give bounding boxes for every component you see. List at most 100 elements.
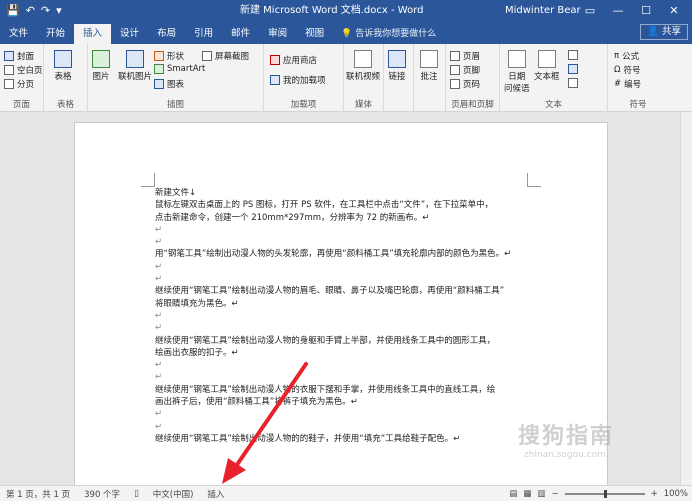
my-addins-button[interactable]: 我的加载项 (270, 74, 326, 86)
tab-layout[interactable]: 布局 (148, 24, 185, 44)
redo-icon[interactable]: ↷ (41, 0, 50, 22)
minimize-icon[interactable]: — (604, 0, 632, 22)
save-icon[interactable]: 💾 (6, 0, 20, 22)
window-title: 新建 Microsoft Word 文档.docx - Word (240, 5, 424, 16)
group-tables: 表格 表格 (44, 44, 88, 112)
dropcap-box (568, 78, 578, 88)
comment-label: 批注 (420, 72, 438, 82)
print-layout-icon[interactable]: ▦ (523, 489, 531, 499)
my-addins-label: 我的加载项 (283, 76, 326, 86)
page-break-icon (4, 79, 14, 89)
pictures-label: 图片 (92, 72, 110, 82)
word-count[interactable]: 390 个字 (84, 488, 120, 500)
tab-view[interactable]: 视图 (296, 24, 333, 44)
tell-me-search[interactable]: 💡 告诉我你想要做什么 (341, 24, 436, 44)
read-mode-icon[interactable]: ▤ (509, 489, 517, 499)
quick-access-toolbar: 💾 ↶ ↷ ▾ (0, 0, 110, 22)
store-button[interactable]: 应用商店 (270, 54, 317, 66)
group-header-footer: 页眉 页脚 页码 页眉和页脚 (446, 44, 500, 112)
quick-parts-icon[interactable] (568, 50, 578, 60)
video-icon (354, 50, 372, 68)
group-label-addins: 加载项 (290, 100, 317, 110)
tab-design[interactable]: 设计 (111, 24, 148, 44)
watermark: 搜狗指南 zhinan.sogou.com (518, 418, 614, 460)
zoom-slider[interactable] (564, 490, 645, 498)
group-illustrations: 图片 联机图片 形状 SmartArt 图表 屏幕截图 插图 (88, 44, 264, 112)
group-label-illustrations: 插图 (166, 100, 184, 110)
textbox-label: 文本框 (534, 72, 560, 82)
wordart-box (568, 64, 578, 74)
tab-home[interactable]: 开始 (37, 24, 74, 44)
header-label: 页眉 (463, 52, 481, 62)
tab-review[interactable]: 审阅 (259, 24, 296, 44)
symbol-button[interactable]: Ω 符号 (614, 64, 641, 76)
numbering-button[interactable]: # 编号 (614, 78, 641, 90)
comment-button[interactable]: 批注 (420, 50, 438, 82)
title-bar: 💾 ↶ ↷ ▾ 新建 Microsoft Word 文档.docx - Word… (0, 0, 692, 22)
share-button[interactable]: 👤 共享 (640, 24, 688, 40)
web-layout-icon[interactable]: ▥ (537, 489, 545, 499)
insert-mode[interactable]: 插入 (207, 488, 224, 500)
online-video-button[interactable]: 联机视频 (346, 50, 380, 82)
blank-page-button[interactable]: 空白页 (4, 64, 43, 76)
table-label: 表格 (54, 72, 72, 82)
shapes-label: 形状 (167, 52, 185, 62)
table-button[interactable]: 表格 (54, 50, 72, 82)
chart-label: 图表 (167, 80, 185, 90)
tab-references[interactable]: 引用 (185, 24, 222, 44)
page-count[interactable]: 第 1 页，共 1 页 (6, 488, 70, 500)
header-button[interactable]: 页眉 (450, 50, 480, 62)
language[interactable]: 中文(中国) (153, 488, 194, 500)
zoom-in-icon[interactable]: + (651, 489, 658, 499)
screenshot-button[interactable]: 屏幕截图 (202, 50, 249, 62)
zoom-level[interactable]: 100% (664, 489, 688, 499)
user-name[interactable]: Midwinter Bear (505, 0, 581, 22)
page-break-button[interactable]: 分页 (4, 78, 34, 90)
zoom-out-icon[interactable]: − (551, 489, 558, 499)
wordart-icon[interactable] (568, 64, 578, 74)
tab-file[interactable]: 文件 (0, 24, 37, 44)
watermark-main: 搜狗指南 (518, 424, 615, 449)
cover-page-button[interactable]: 封面 (4, 50, 34, 62)
textbox-button[interactable]: 文本框 (534, 50, 560, 82)
user-icon: 👤 (647, 26, 659, 37)
store-icon (270, 55, 280, 65)
status-bar: 第 1 页，共 1 页 390 个字 ▯ 中文(中国) 插入 ▤ ▦ ▥ − +… (0, 485, 692, 501)
page-number-label: 页码 (463, 80, 481, 90)
link-button[interactable]: 链接 (388, 50, 406, 82)
maximize-icon[interactable]: ☐ (632, 0, 660, 22)
shapes-icon (154, 51, 164, 61)
pictures-button[interactable]: 图片 (92, 50, 110, 82)
dropcap-icon[interactable] (568, 78, 578, 88)
greeting-button[interactable]: 日期 问候语 (504, 50, 530, 94)
page-number-button[interactable]: 页码 (450, 78, 480, 90)
group-label-pages: 页面 (12, 100, 30, 110)
smartart-button[interactable]: SmartArt (154, 64, 205, 74)
omega-icon: Ω (614, 65, 621, 75)
greeting-icon (507, 50, 526, 68)
undo-icon[interactable]: ↶ (26, 0, 35, 22)
online-pictures-button[interactable]: 联机图片 (118, 50, 152, 82)
footer-label: 页脚 (463, 66, 481, 76)
store-label: 应用商店 (283, 56, 318, 66)
online-picture-icon (126, 50, 144, 68)
equation-button[interactable]: π 公式 (614, 50, 639, 62)
shapes-button[interactable]: 形状 (154, 50, 184, 62)
pi-icon: π (614, 51, 620, 61)
group-media: 联机视频 媒体 (344, 44, 384, 112)
chart-button[interactable]: 图表 (154, 78, 184, 90)
greeting-label-1: 日期 (508, 72, 526, 82)
online-video-label: 联机视频 (346, 72, 381, 82)
close-icon[interactable]: ✕ (660, 0, 688, 22)
comment-icon (420, 50, 438, 68)
proofing-icon[interactable]: ▯ (134, 489, 139, 499)
group-label-header-footer: 页眉和页脚 (451, 100, 494, 110)
tab-mailings[interactable]: 邮件 (222, 24, 259, 44)
header-icon (450, 51, 460, 61)
footer-button[interactable]: 页脚 (450, 64, 480, 76)
tab-insert[interactable]: 插入 (74, 24, 112, 44)
ribbon-display-icon[interactable]: ▭ (576, 0, 604, 22)
blank-page-icon (4, 65, 14, 75)
zoom-slider-thumb[interactable] (603, 490, 607, 498)
customize-qat-icon[interactable]: ▾ (56, 0, 62, 22)
